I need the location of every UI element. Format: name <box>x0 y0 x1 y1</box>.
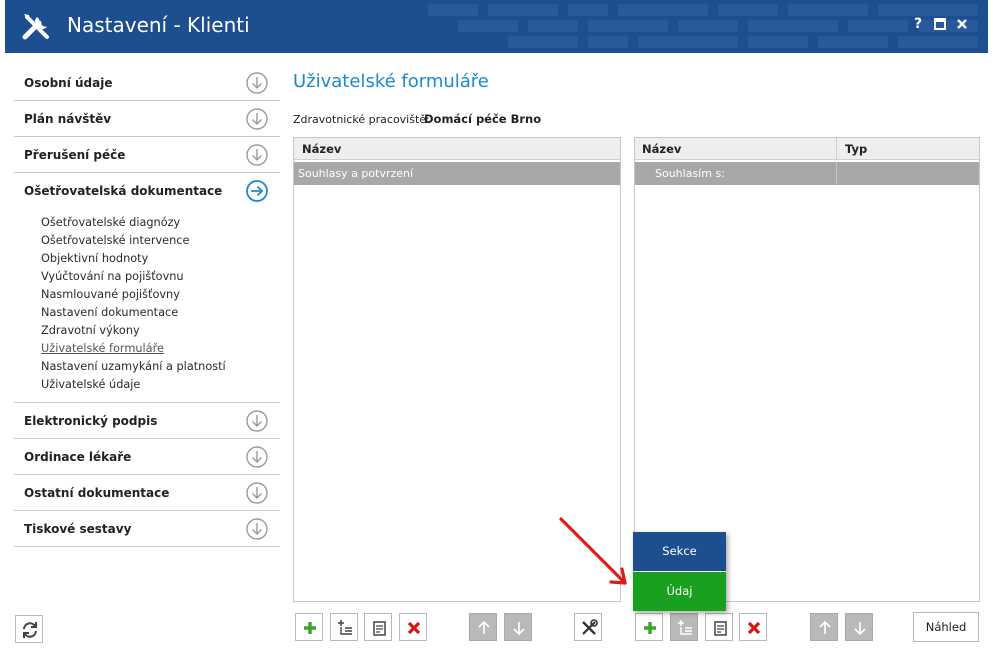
wrench-screwdriver-icon <box>582 619 598 635</box>
add-subfield-button[interactable] <box>670 613 698 641</box>
nav-label: Přerušení péče <box>24 148 126 162</box>
grid-header: Název <box>294 138 620 160</box>
chevron-down-circle-icon <box>246 446 268 468</box>
refresh-button[interactable] <box>15 615 43 643</box>
help-button[interactable]: ? <box>909 14 927 34</box>
column-divider <box>836 162 837 185</box>
arrow-down-icon <box>513 622 525 636</box>
close-button[interactable] <box>953 14 971 34</box>
edit-icon <box>373 621 386 636</box>
grid-header: Název Typ <box>635 138 979 160</box>
add-subitem-icon <box>678 620 692 635</box>
column-divider <box>836 138 837 160</box>
nav-tiskove-sestavy[interactable]: Tiskové sestavy <box>14 511 280 547</box>
arrow-up-icon <box>819 620 831 634</box>
subitem-uzivatelske-udaje[interactable]: Uživatelské údaje <box>41 376 280 394</box>
move-field-up-button[interactable] <box>810 613 838 641</box>
nav-plan-navstev[interactable]: Plán návštěv <box>14 101 280 137</box>
cell-nazev: Souhlasy a potvrzení <box>298 167 414 180</box>
nav-ordinace-lekare[interactable]: Ordinace lékaře <box>14 439 280 475</box>
subitem-osetrovatelske-diagnozy[interactable]: Ošetřovatelské diagnózy <box>41 214 280 232</box>
menu-item-sekce[interactable]: Sekce <box>633 532 726 571</box>
nav-osobni-udaje[interactable]: Osobní údaje <box>14 65 280 101</box>
nav-label: Ošetřovatelská dokumentace <box>24 184 223 198</box>
edit-form-button[interactable] <box>364 613 392 641</box>
nav-preruseni-pece[interactable]: Přerušení péče <box>14 137 280 173</box>
title-bar: Nastavení - Klienti ? <box>5 0 988 53</box>
maximize-button[interactable] <box>931 14 949 34</box>
arrow-up-icon <box>478 620 490 634</box>
subitem-nasmlouvane-pojistovny[interactable]: Nasmlouvané pojišťovny <box>41 286 280 304</box>
delete-icon <box>407 621 421 635</box>
settings-sidebar: Osobní údaje Plán návštěv Přerušení péče… <box>14 65 280 547</box>
table-row[interactable]: Souhlasy a potvrzení <box>294 162 620 185</box>
nav-label: Osobní údaje <box>24 76 113 90</box>
chevron-down-circle-icon <box>246 72 268 94</box>
arrow-down-icon <box>854 622 866 636</box>
add-menu-popup: Sekce Údaj <box>633 532 726 611</box>
nav-label: Ostatní dokumentace <box>24 486 170 500</box>
page-title: Uživatelské formuláře <box>293 71 489 92</box>
edit-icon <box>714 621 727 636</box>
subitem-nastaveni-dokumentace[interactable]: Nastavení dokumentace <box>41 304 280 322</box>
subitem-list: Ošetřovatelské diagnózy Ošetřovatelské i… <box>14 209 280 403</box>
titlebar-decoration <box>428 4 978 48</box>
column-header-typ[interactable]: Typ <box>845 142 867 156</box>
arrow-right-circle-icon <box>246 180 268 202</box>
window-title: Nastavení - Klienti <box>67 13 250 37</box>
subitem-zdravotni-vykony[interactable]: Zdravotní výkony <box>41 322 280 340</box>
chevron-down-circle-icon <box>246 144 268 166</box>
delete-field-button[interactable] <box>739 613 767 641</box>
plus-icon <box>304 622 316 634</box>
nav-label: Elektronický podpis <box>24 414 158 428</box>
close-icon <box>957 19 967 29</box>
move-down-button[interactable] <box>504 613 532 641</box>
refresh-icon <box>23 622 37 638</box>
settings-tool-button[interactable] <box>574 613 602 641</box>
add-form-button[interactable] <box>295 613 323 641</box>
workplace-value: Domácí péče Brno <box>424 112 542 126</box>
subitem-vyuctovani[interactable]: Vyúčtování na pojišťovnu <box>41 268 280 286</box>
nav-label: Ordinace lékaře <box>24 450 132 464</box>
column-header-nazev[interactable]: Název <box>302 142 341 156</box>
subitem-objektivni-hodnoty[interactable]: Objektivní hodnoty <box>41 250 280 268</box>
chevron-down-circle-icon <box>246 410 268 432</box>
add-subitem-button[interactable] <box>330 613 358 641</box>
nav-elektronicky-podpis[interactable]: Elektronický podpis <box>14 403 280 439</box>
delete-icon <box>747 621 761 635</box>
subitem-uzivatelske-formulare[interactable]: Uživatelské formuláře <box>41 340 280 358</box>
nav-label: Plán návštěv <box>24 112 112 126</box>
column-header-nazev[interactable]: Název <box>642 142 681 156</box>
nav-osetrovatelska-dokumentace[interactable]: Ošetřovatelská dokumentace <box>14 173 280 209</box>
cell-nazev: Souhlasím s: <box>655 167 725 180</box>
plus-icon <box>644 622 656 634</box>
add-field-button[interactable] <box>635 613 663 641</box>
nav-label: Tiskové sestavy <box>24 522 132 536</box>
subitem-nastaveni-uzamykani[interactable]: Nastavení uzamykání a platností <box>41 358 280 376</box>
delete-form-button[interactable] <box>399 613 427 641</box>
maximize-icon <box>934 18 946 30</box>
add-subitem-icon <box>338 620 352 635</box>
preview-button[interactable]: Náhled <box>913 612 979 642</box>
chevron-down-circle-icon <box>246 482 268 504</box>
subitem-osetrovatelske-intervence[interactable]: Ošetřovatelské intervence <box>41 232 280 250</box>
nav-ostatni-dokumentace[interactable]: Ostatní dokumentace <box>14 475 280 511</box>
annotation-arrow-icon <box>559 517 627 585</box>
menu-item-udaj[interactable]: Údaj <box>633 572 726 611</box>
workplace-label: Zdravotnické pracoviště: <box>293 113 430 126</box>
chevron-down-circle-icon <box>246 518 268 540</box>
wrench-screwdriver-icon <box>22 14 49 40</box>
chevron-down-circle-icon <box>246 108 268 130</box>
edit-field-button[interactable] <box>705 613 733 641</box>
table-row[interactable]: Souhlasím s: <box>635 162 979 185</box>
move-up-button[interactable] <box>469 613 497 641</box>
move-field-down-button[interactable] <box>845 613 873 641</box>
